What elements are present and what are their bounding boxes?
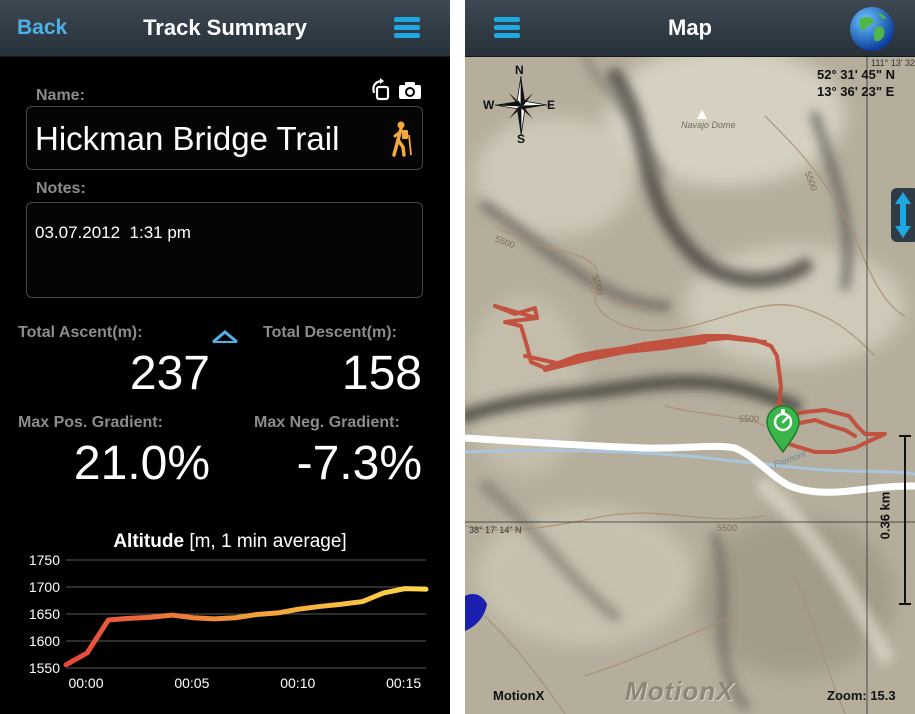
chart-title: Altitude	[113, 531, 184, 552]
name-label: Name:	[36, 87, 85, 104]
total-ascent-label: Total Ascent(m):	[18, 324, 143, 341]
notes-field[interactable]: 03.07.2012 1:31 pm	[26, 202, 423, 298]
notes-value[interactable]: 03.07.2012 1:31 pm	[35, 223, 191, 243]
peak-marker-icon	[697, 110, 707, 119]
name-field[interactable]: Hickman Bridge Trail	[26, 106, 423, 170]
compass-south-label: S	[517, 132, 526, 146]
total-descent-value: 158	[341, 347, 422, 400]
notes-label: Notes:	[36, 180, 86, 197]
camera-icon[interactable]	[398, 80, 422, 100]
rotate-icon[interactable]	[370, 78, 392, 102]
page-title: Track Summary	[143, 15, 307, 40]
motionx-text-label: MotionX	[493, 688, 545, 703]
x-tick-label: 00:05	[174, 675, 209, 691]
total-descent-label: Total Descent(m):	[263, 324, 397, 341]
y-tick-label: 1750	[29, 552, 60, 568]
stopwatch-marker-icon[interactable]	[763, 402, 803, 454]
menu-icon[interactable]	[394, 17, 420, 39]
contour-label-5: 5500	[717, 523, 738, 533]
altitude-chart: Altitude [m, 1 min average] 1750 1700 1650…	[29, 531, 429, 691]
compass-rose-icon[interactable]: N E S W	[483, 63, 563, 146]
x-tick-label: 00:10	[280, 675, 315, 691]
y-tick-label: 1550	[29, 660, 60, 676]
map-navbar: Map	[465, 0, 915, 57]
x-tick-label: 00:00	[68, 675, 103, 691]
longitude-readout: 13° 36' 23" E	[817, 84, 895, 99]
compass-east-label: E	[547, 98, 556, 112]
scale-bar	[899, 435, 911, 605]
y-tick-label: 1600	[29, 633, 60, 649]
scale-label: 0.36 km	[877, 491, 893, 540]
altitude-series-line	[63, 586, 429, 668]
motionx-logo: MotionX	[625, 676, 735, 706]
max-pos-gradient-value: 21.0%	[73, 437, 210, 490]
globe-icon[interactable]	[848, 5, 896, 53]
track-summary-navbar: Back Track Summary	[0, 0, 450, 57]
chart-heading: Altitude [m, 1 min average]	[113, 531, 346, 552]
y-tick-label: 1650	[29, 606, 60, 622]
x-tick-label: 00:15	[386, 675, 421, 691]
zoom-level: Zoom: 15.3	[827, 688, 896, 703]
name-value[interactable]: Hickman Bridge Trail	[35, 107, 339, 171]
max-neg-gradient-label: Max Neg. Gradient:	[254, 414, 400, 431]
vertical-resize-icon[interactable]	[891, 188, 915, 242]
compass-west-label: W	[483, 98, 495, 112]
track-summary-panel: Back Track Summary Name: Hickman Bridge …	[0, 0, 450, 714]
latitude-readout: 52° 31' 45" N	[817, 67, 896, 82]
max-pos-gradient-label: Max Pos. Gradient:	[18, 414, 163, 431]
y-tick-label: 1700	[29, 579, 60, 595]
total-ascent-value: 237	[129, 347, 210, 400]
place-name-label: Navajo Dome	[681, 120, 736, 130]
bottom-coordinate-label: 38° 17' 14" N	[469, 525, 522, 535]
contour-label-4: 5500	[739, 414, 760, 424]
hiker-icon[interactable]	[387, 121, 413, 157]
compass-north-label: N	[515, 63, 524, 77]
sort-up-icon[interactable]	[211, 330, 239, 344]
map-view[interactable]	[465, 56, 915, 714]
max-neg-gradient-value: -7.3%	[296, 437, 422, 490]
map-panel: Navajo Dome 5500 5500 5500 5500 5500 Fre…	[465, 0, 915, 714]
chart-subtitle: [m, 1 min average]	[189, 531, 346, 552]
